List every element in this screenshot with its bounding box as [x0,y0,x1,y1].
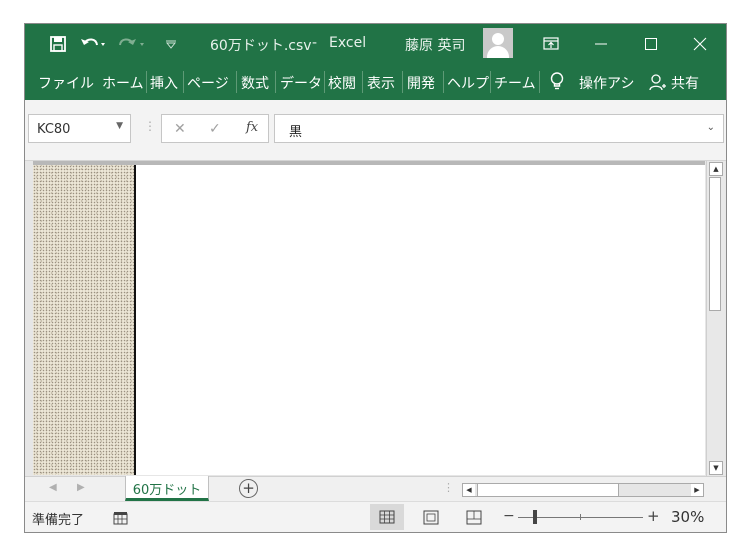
page-layout-view-icon[interactable] [414,504,448,530]
horizontal-scrollbar[interactable]: ◀ ▶ [462,483,704,497]
scroll-left-icon[interactable]: ◀ [463,484,475,496]
sheet-tab-bar: ◀ ▶ 60万ドット + ⋮ ◀ ▶ [25,476,726,502]
formula-bar: KC80 ▼ ⋮ ✕ ✓ fx 黒 ⌄ [25,100,726,161]
insert-function-icon[interactable]: fx [246,120,258,135]
page-break-preview-icon[interactable] [457,504,491,530]
redo-icon[interactable] [115,24,149,63]
minimize-icon[interactable] [578,24,624,63]
vertical-scrollbar[interactable]: ▲ ▼ [706,161,725,476]
chevron-down-icon[interactable]: ▼ [116,121,123,131]
save-icon[interactable] [45,24,71,63]
tab-help[interactable]: ヘルプ [447,73,489,93]
lightbulb-icon[interactable] [550,72,564,95]
title-bar: 60万ドット.csv - Excel 藤原 英司 [25,24,726,63]
excel-window: 60万ドット.csv - Excel 藤原 英司 ファイル ホーム 挿入 ページ… [24,23,727,533]
customize-quick-access-icon[interactable] [163,24,179,63]
sheet-tab[interactable]: 60万ドット [125,476,209,501]
maximize-icon[interactable] [628,24,674,63]
formula-input[interactable]: 黒 ⌄ [274,114,724,143]
tab-developer[interactable]: 開発 [407,73,435,93]
zoom-100-tick [580,514,581,520]
title-separator: - [312,35,318,51]
zoom-in-button[interactable]: + [647,507,660,525]
zoom-out-button[interactable]: − [503,508,515,524]
enter-check-icon[interactable]: ✓ [209,121,221,137]
dot-pattern-region [33,165,134,475]
user-name[interactable]: 藤原 英司 [405,35,465,55]
tab-insert[interactable]: 挿入 [150,73,178,93]
split-handle-icon[interactable]: ⋮ [443,481,454,494]
scroll-up-icon[interactable]: ▲ [709,162,723,176]
app-name: Excel [329,35,367,51]
undo-icon[interactable] [78,24,108,63]
tab-page-layout[interactable]: ページ [187,73,229,93]
expand-formula-bar-icon[interactable]: ⌄ [707,122,715,133]
tell-me-box[interactable]: 操作アシ [579,73,634,93]
normal-view-icon[interactable] [370,504,404,530]
worksheet-grid: ▲ ▼ [25,161,726,476]
tab-home[interactable]: ホーム [102,73,144,93]
scroll-right-icon[interactable]: ▶ [691,484,703,496]
scroll-down-icon[interactable]: ▼ [709,461,723,475]
sheet-tab-label: 60万ドット [132,483,202,498]
tab-review[interactable]: 校閲 [328,73,356,93]
ribbon-tabs: ファイル ホーム 挿入 ページ 数式 データ 校閲 表示 開発 ヘルプ チーム … [25,63,726,100]
dot-region-edge [134,165,136,475]
share-button[interactable]: 共有 [671,73,699,93]
file-name: 60万ドット.csv [210,38,312,54]
tab-view[interactable]: 表示 [367,73,395,93]
macro-record-icon[interactable] [113,510,128,529]
name-box[interactable]: KC80 ▼ [28,114,131,143]
zoom-slider-thumb[interactable] [533,510,537,524]
status-bar: 準備完了 − + 30% [25,501,726,532]
name-box-value: KC80 [37,122,71,137]
tab-formulas[interactable]: 数式 [241,73,269,93]
next-sheet-icon[interactable]: ▶ [77,482,85,493]
drag-handle-icon[interactable]: ⋮ [144,119,156,133]
formula-buttons: ✕ ✓ fx [161,114,269,143]
user-avatar[interactable] [483,28,513,58]
close-icon[interactable] [677,24,723,63]
tab-file[interactable]: ファイル [38,73,94,93]
share-person-icon[interactable] [649,73,667,95]
add-sheet-icon[interactable]: + [239,479,258,498]
status-ready: 準備完了 [32,513,85,528]
formula-value: 黒 [289,125,303,140]
vertical-scroll-thumb[interactable] [709,177,721,311]
ribbon-display-options-icon[interactable] [528,24,574,63]
cells-area[interactable] [33,165,705,475]
prev-sheet-icon[interactable]: ◀ [49,482,57,493]
horizontal-scroll-thumb[interactable] [477,484,619,496]
zoom-level[interactable]: 30% [671,508,704,526]
tab-team[interactable]: チーム [494,73,536,93]
tab-data[interactable]: データ [280,73,322,93]
cancel-icon[interactable]: ✕ [174,121,186,137]
